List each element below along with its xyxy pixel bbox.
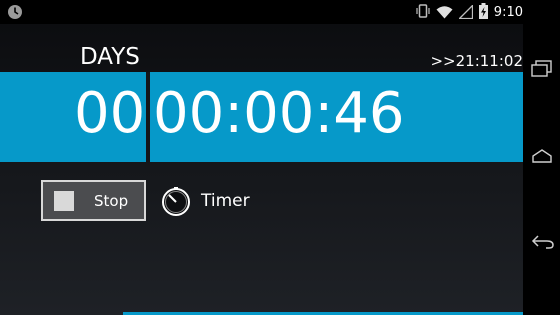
- vibrate-icon: [416, 3, 430, 23]
- clock-status-icon: [6, 3, 24, 25]
- recent-apps-icon[interactable]: [531, 60, 553, 82]
- navigation-bar: [523, 24, 560, 315]
- home-icon[interactable]: [531, 148, 553, 168]
- status-time: 9:10: [493, 5, 523, 20]
- days-value: 00: [74, 81, 146, 146]
- stop-button[interactable]: Stop: [41, 180, 146, 221]
- stop-icon: [54, 190, 74, 211]
- back-icon[interactable]: [531, 234, 555, 254]
- elapsed-time: 00:00:46: [153, 81, 405, 146]
- status-bar: 9:10: [0, 0, 560, 24]
- days-label: DAYS: [80, 44, 140, 70]
- wifi-icon: [436, 4, 453, 23]
- time-display: 00 00:00:46: [0, 72, 523, 162]
- display-divider: [146, 72, 150, 162]
- current-time: >>21:11:02: [430, 52, 523, 70]
- signal-icon: [457, 3, 473, 23]
- stop-button-label: Stop: [94, 191, 129, 210]
- timer-mode-label[interactable]: Timer: [201, 191, 250, 211]
- stopwatch-app: DAYS >>21:11:02 00 00:00:46 Stop Timer: [0, 24, 523, 315]
- battery-charging-icon: [478, 3, 488, 23]
- timer-icon[interactable]: [160, 185, 192, 221]
